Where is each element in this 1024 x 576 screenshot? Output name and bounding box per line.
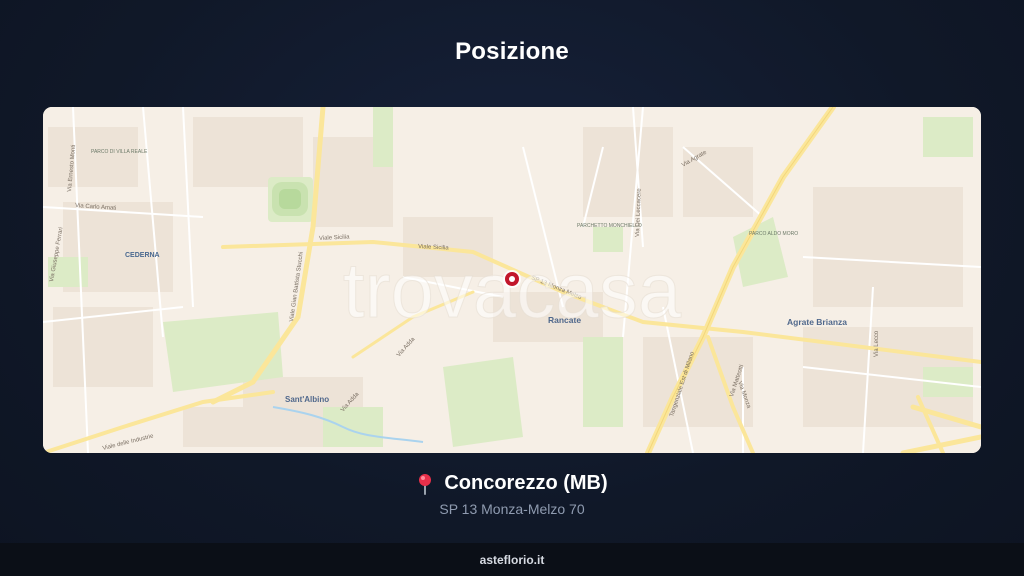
footer-site-link[interactable]: asteflorio.it (480, 553, 545, 567)
pushpin-icon (416, 473, 434, 495)
place-label: Agrate Brianza (787, 317, 847, 327)
map-canvas[interactable]: CEDERNA Rancate Agrate Brianza Sant'Albi… (43, 107, 981, 453)
page-title: Posizione (455, 38, 569, 65)
street-label: Via Lecco (874, 330, 880, 357)
map-view[interactable]: CEDERNA Rancate Agrate Brianza Sant'Albi… (43, 107, 981, 453)
location-address: SP 13 Monza-Melzo 70 (439, 501, 585, 517)
footer: asteflorio.it (0, 543, 1024, 576)
place-label: Sant'Albino (285, 395, 329, 404)
park-label: PARCHETTO MONCHIELLO (577, 223, 642, 229)
location-name: Concorezzo (MB) (444, 472, 608, 494)
watermark-logo: trovacasa (343, 246, 682, 334)
stadium (272, 182, 308, 216)
location-marker[interactable] (503, 270, 521, 288)
park-label: PARCO ALDO MORO (749, 231, 798, 237)
location-row: Concorezzo (MB) (0, 472, 1024, 495)
park-label: PARCO DI VILLA REALE (91, 149, 148, 155)
place-label: CEDERNA (125, 252, 160, 259)
